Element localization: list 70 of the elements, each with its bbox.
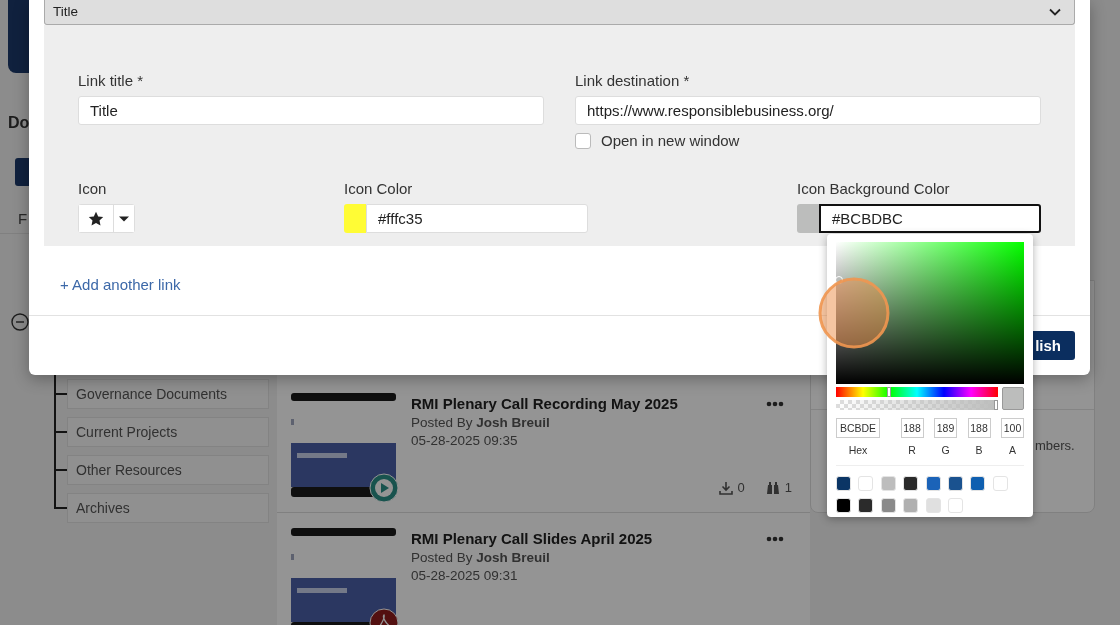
- preset-swatch[interactable]: [880, 476, 896, 491]
- field-label: A: [1009, 444, 1016, 456]
- folder-item[interactable]: Archives: [67, 493, 269, 523]
- post-date: 05-28-2025 09:31: [411, 568, 519, 583]
- folder-item[interactable]: Current Projects: [67, 417, 269, 447]
- link-title-field[interactable]: Title: [78, 96, 544, 125]
- preset-swatch[interactable]: [836, 476, 851, 491]
- checkbox-label: Open in new window: [601, 132, 740, 149]
- collapse-icon[interactable]: [11, 313, 29, 331]
- page-heading: Do: [8, 114, 30, 133]
- preset-swatch[interactable]: [970, 476, 986, 491]
- field-label: Hex: [848, 444, 868, 456]
- download-count: 0: [737, 480, 745, 495]
- icon-select-button[interactable]: [79, 205, 114, 232]
- post-author: Posted By Josh Breuil: [411, 415, 551, 430]
- preset-swatch[interactable]: [903, 498, 919, 513]
- preset-swatch[interactable]: [880, 498, 896, 513]
- preset-swatch[interactable]: [992, 476, 1008, 491]
- more-icon[interactable]: [766, 536, 784, 542]
- slider-handle[interactable]: [994, 400, 998, 410]
- tab[interactable]: F: [18, 210, 28, 227]
- alpha-slider[interactable]: [836, 400, 998, 410]
- section-header[interactable]: Title: [44, 0, 1075, 25]
- saturation-area[interactable]: [836, 242, 1024, 384]
- preset-swatch[interactable]: [903, 476, 919, 491]
- preset-swatch[interactable]: [947, 476, 963, 491]
- click-indicator: [818, 277, 890, 349]
- card-text: mbers.: [1035, 438, 1075, 453]
- preset-swatch[interactable]: [858, 498, 874, 513]
- channel-field[interactable]: BCBDE: [836, 418, 880, 438]
- post-author: Posted By Josh Breuil: [411, 550, 551, 565]
- caret-icon: [118, 214, 130, 223]
- add-link[interactable]: + Add another link: [60, 276, 181, 293]
- channel-field[interactable]: 100: [1001, 418, 1024, 438]
- preset-swatch[interactable]: [836, 498, 851, 513]
- download-icon: [718, 480, 733, 495]
- icon-color-field[interactable]: #fffc35: [366, 204, 588, 233]
- more-icon[interactable]: [766, 401, 784, 407]
- binoculars-icon: [765, 480, 780, 495]
- field-label: Icon Color: [344, 180, 413, 198]
- color-swatch[interactable]: [344, 204, 366, 233]
- post-title[interactable]: RMI Plenary Call Recording May 2025: [411, 395, 712, 412]
- icon-background-color-field[interactable]: #BCBDBC: [819, 204, 1041, 233]
- hue-slider[interactable]: [836, 387, 998, 397]
- checkbox[interactable]: [575, 132, 591, 149]
- preset-swatch[interactable]: [925, 498, 941, 513]
- preset-swatch[interactable]: [858, 476, 874, 491]
- channel-field[interactable]: 188: [900, 418, 924, 438]
- view-count: 1: [784, 480, 792, 495]
- color-preview: [1002, 387, 1024, 410]
- channel-field[interactable]: 188: [967, 418, 991, 438]
- field-label: Icon: [78, 180, 107, 198]
- field-label: Icon Background Color: [797, 180, 950, 198]
- star-icon: [88, 210, 104, 227]
- folder-item[interactable]: Governance Documents: [67, 379, 269, 409]
- play-icon[interactable]: [369, 473, 399, 503]
- link-destination-field[interactable]: https://www.responsiblebusiness.org/: [575, 96, 1041, 125]
- color-swatch[interactable]: [797, 204, 819, 233]
- field-label: B: [975, 444, 983, 456]
- channel-field[interactable]: 189: [934, 418, 957, 438]
- field-label: Link destination *: [575, 72, 690, 90]
- field-label: Link title *: [78, 72, 144, 90]
- folder-item[interactable]: Other Resources: [67, 455, 269, 485]
- preset-swatch[interactable]: [947, 498, 963, 513]
- post-date: 05-28-2025 09:35: [411, 433, 519, 448]
- preset-swatch[interactable]: [925, 476, 941, 491]
- slider-handle[interactable]: [887, 387, 892, 397]
- post-title[interactable]: RMI Plenary Call Slides April 2025: [411, 530, 712, 547]
- field-label: R: [908, 444, 916, 456]
- field-label: G: [941, 444, 950, 456]
